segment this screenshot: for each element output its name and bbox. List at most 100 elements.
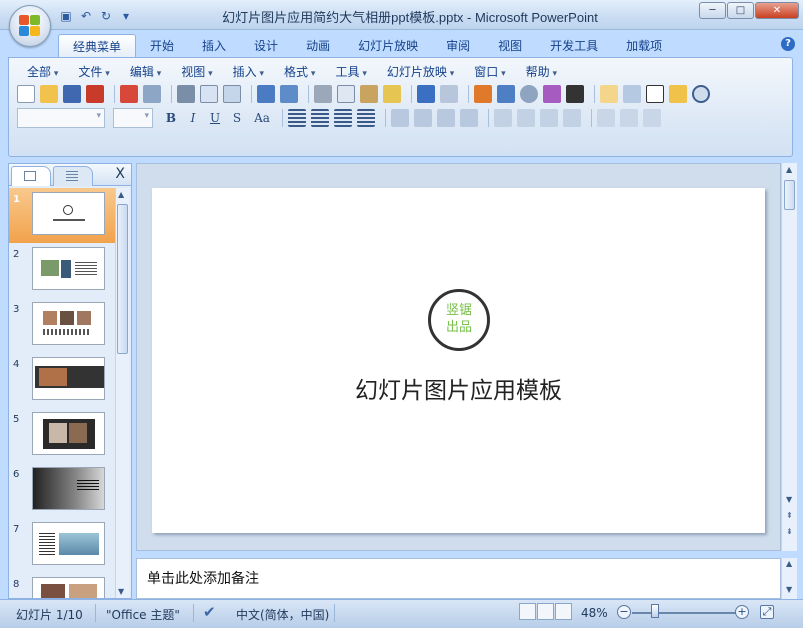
slides-scrollbar[interactable]: ▲ ▼ [115, 188, 129, 598]
chart-icon[interactable] [474, 85, 492, 103]
tab-4[interactable]: 动画 [292, 34, 344, 58]
minimize-button[interactable]: ─ [699, 2, 726, 19]
slides-tab[interactable] [11, 166, 51, 186]
undo-icon[interactable]: ↶ [78, 8, 94, 24]
new-slide-icon[interactable] [600, 85, 618, 103]
zoom-in-icon[interactable]: + [735, 605, 749, 619]
research-icon[interactable] [280, 85, 298, 103]
bullets-icon[interactable] [460, 109, 478, 127]
open-icon[interactable] [40, 85, 58, 103]
tab-6[interactable]: 审阅 [432, 34, 484, 58]
undo-icon[interactable] [417, 85, 435, 103]
new-icon[interactable] [17, 85, 35, 103]
menu-item-6[interactable]: 工具 [325, 64, 376, 81]
redo-icon[interactable]: ↻ [98, 8, 114, 24]
line-spacing-icon[interactable] [414, 109, 432, 127]
increase-font-icon[interactable] [494, 109, 512, 127]
layout-slide-icon[interactable] [623, 85, 641, 103]
zoom-slider[interactable] [632, 612, 742, 614]
cut-icon[interactable] [314, 85, 332, 103]
slide-thumbnail-5[interactable]: 5 [9, 408, 115, 463]
help-icon[interactable]: ? [781, 37, 795, 51]
tab-2[interactable]: 插入 [188, 34, 240, 58]
shadow-button[interactable]: S [227, 109, 247, 127]
menu-item-9[interactable]: 帮助 [516, 64, 567, 81]
align-right-icon[interactable] [334, 109, 352, 127]
notes-scrollbar[interactable]: ▲ ▼ [781, 558, 797, 599]
numbering-icon[interactable] [437, 109, 455, 127]
save-icon[interactable] [63, 85, 81, 103]
next-slide-icon[interactable]: ⇟ [786, 527, 793, 536]
slide-thumbnail-6[interactable]: 6 [9, 463, 115, 518]
maximize-button[interactable]: □ [727, 2, 754, 19]
office-button[interactable] [9, 5, 51, 47]
table-icon[interactable] [497, 85, 515, 103]
current-slide[interactable]: 竖锯 出品 幻灯片图片应用模板 [152, 188, 765, 533]
zoom-level[interactable]: 48% [581, 606, 608, 620]
outline-tab[interactable] [53, 166, 93, 186]
shapes-icon[interactable] [620, 109, 638, 127]
slide-title[interactable]: 幻灯片图片应用模板 [152, 371, 765, 405]
menu-item-3[interactable]: 视图 [171, 64, 222, 81]
tab-3[interactable]: 设计 [240, 34, 292, 58]
text-direction-icon[interactable] [391, 109, 409, 127]
paste-icon[interactable] [360, 85, 378, 103]
fit-to-window-icon[interactable]: ⤢ [760, 605, 774, 619]
close-panel-icon[interactable]: X [115, 166, 125, 182]
picture-icon[interactable] [543, 85, 561, 103]
slide-thumbnail-2[interactable]: 2 [9, 243, 115, 298]
copy-icon[interactable] [337, 85, 355, 103]
menu-item-5[interactable]: 格式 [274, 64, 325, 81]
slide-sorter-view-icon[interactable] [537, 603, 554, 620]
textbox-icon[interactable] [646, 85, 664, 103]
attach-icon[interactable] [143, 85, 161, 103]
menu-item-1[interactable]: 文件 [68, 64, 119, 81]
print-icon[interactable] [177, 85, 195, 103]
menu-item-8[interactable]: 窗口 [464, 64, 515, 81]
layout-icon[interactable] [223, 85, 241, 103]
spell-check-icon[interactable]: ✔ [203, 603, 216, 621]
language-indicator[interactable]: 中文(简体，中国) [236, 606, 329, 623]
align-left-icon[interactable] [288, 109, 306, 127]
change-case-button[interactable]: Aa [249, 109, 275, 127]
menu-item-2[interactable]: 编辑 [120, 64, 171, 81]
bold-button[interactable]: B [161, 109, 181, 127]
slide-thumbnail-1[interactable]: 1 [9, 188, 115, 243]
font-name-select[interactable] [17, 108, 105, 128]
save-icon[interactable]: ▣ [58, 8, 74, 24]
clipart-icon[interactable] [520, 85, 538, 103]
permission-icon[interactable] [120, 85, 138, 103]
tab-8[interactable]: 开发工具 [536, 34, 612, 58]
menu-item-4[interactable]: 插入 [223, 64, 274, 81]
zoom-out-icon[interactable]: − [617, 605, 631, 619]
slideshow-view-icon[interactable] [555, 603, 572, 620]
arrange-icon[interactable] [597, 109, 615, 127]
quick-styles-icon[interactable] [643, 109, 661, 127]
slide-thumbnail-4[interactable]: 4 [9, 353, 115, 408]
align-center-icon[interactable] [311, 109, 329, 127]
find-icon[interactable] [692, 85, 710, 103]
menu-item-0[interactable]: 全部 [17, 64, 68, 81]
outdent-icon[interactable] [563, 109, 581, 127]
zoom-slider-thumb[interactable] [651, 604, 659, 618]
tab-1[interactable]: 开始 [136, 34, 188, 58]
decrease-font-icon[interactable] [517, 109, 535, 127]
tab-0[interactable]: 经典菜单 [58, 34, 137, 58]
font-size-select[interactable] [113, 108, 153, 128]
slide-scrollbar[interactable]: ▲ ▼ ⇞ ⇟ [781, 163, 797, 551]
save-as-pdf-icon[interactable] [86, 85, 104, 103]
previous-slide-icon[interactable]: ⇞ [786, 511, 793, 520]
close-button[interactable]: ✕ [755, 2, 799, 19]
underline-button[interactable]: U [205, 109, 225, 127]
fill-color-icon[interactable] [566, 85, 584, 103]
tab-5[interactable]: 幻灯片放映 [344, 34, 432, 58]
italic-button[interactable]: I [183, 109, 203, 127]
folder-icon[interactable] [669, 85, 687, 103]
customize-icon[interactable]: ▾ [118, 8, 134, 24]
spelling-icon[interactable] [257, 85, 275, 103]
slide-thumbnail-7[interactable]: 7 [9, 518, 115, 573]
indent-icon[interactable] [540, 109, 558, 127]
print-preview-icon[interactable] [200, 85, 218, 103]
justify-icon[interactable] [357, 109, 375, 127]
normal-view-icon[interactable] [519, 603, 536, 620]
